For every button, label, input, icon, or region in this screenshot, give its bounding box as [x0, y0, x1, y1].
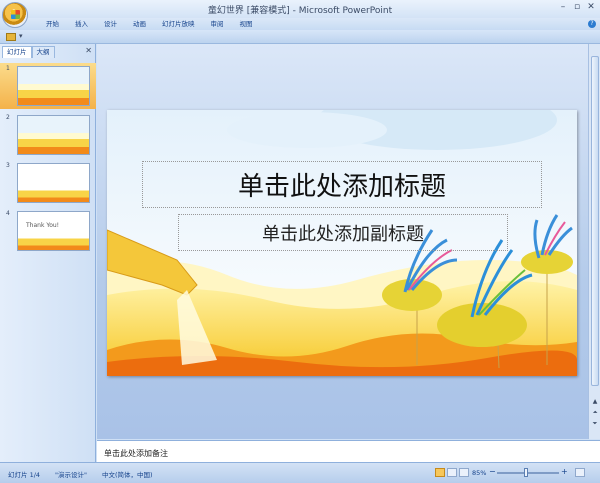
- slideshow-view-icon[interactable]: [459, 468, 469, 477]
- zoom-in-icon[interactable]: +: [561, 467, 568, 476]
- prev-slide-icon[interactable]: ⏶: [590, 408, 600, 417]
- title-bar: 童幻世界 [兼容模式] - Microsoft PowerPoint – ▫ ✕: [0, 0, 600, 18]
- thumbnail-number: 3: [6, 162, 10, 169]
- pane-close-icon[interactable]: ✕: [85, 46, 92, 55]
- minimize-icon[interactable]: –: [556, 1, 570, 13]
- tab-insert[interactable]: 插入: [67, 19, 96, 29]
- tab-review[interactable]: 审阅: [203, 19, 232, 29]
- thumbnail-row-4[interactable]: 4 Thank You!: [0, 208, 96, 254]
- tab-animations[interactable]: 动画: [125, 19, 154, 29]
- slide-thumbnail[interactable]: [17, 66, 90, 106]
- thumbnail-row-1[interactable]: 1: [0, 63, 96, 109]
- title-placeholder[interactable]: 单击此处添加标题: [142, 161, 542, 208]
- thumbnail-row-3[interactable]: 3: [0, 160, 96, 206]
- slide-counter: 幻灯片 1/4: [8, 471, 41, 479]
- slide-thumbnail[interactable]: [17, 115, 90, 155]
- status-bar: 幻灯片 1/4 "演示设计" 中文(简体，中国) 85% − +: [0, 462, 600, 483]
- slide-thumbnail[interactable]: [17, 163, 90, 203]
- tab-home[interactable]: 开始: [38, 19, 67, 29]
- subtitle-placeholder[interactable]: 单击此处添加副标题: [178, 214, 508, 251]
- normal-view-icon[interactable]: [435, 468, 445, 477]
- slide-thumbnail[interactable]: Thank You!: [17, 211, 90, 251]
- fit-to-window-icon[interactable]: [575, 468, 585, 477]
- notes-pane[interactable]: 单击此处添加备注: [97, 440, 600, 462]
- quick-access-toolbar: ▾: [0, 30, 600, 44]
- slides-pane: 幻灯片 大纲 ✕ 1 2 3 4 Thank You!: [0, 44, 96, 462]
- zoom-out-icon[interactable]: −: [489, 467, 496, 476]
- office-button[interactable]: [2, 2, 28, 28]
- help-icon[interactable]: ?: [588, 20, 596, 28]
- qat-dropdown-icon[interactable]: ▾: [19, 32, 23, 40]
- tab-view[interactable]: 视图: [232, 19, 261, 29]
- tab-slideshow[interactable]: 幻灯片放映: [154, 19, 203, 29]
- window-controls: – ▫ ✕: [556, 1, 598, 13]
- zoom-slider-handle[interactable]: [524, 468, 528, 477]
- thumbnail-row-2[interactable]: 2: [0, 112, 96, 158]
- thumbnail-text: Thank You!: [26, 222, 60, 229]
- current-slide[interactable]: 单击此处添加标题 单击此处添加副标题: [107, 110, 577, 376]
- scrollbar-thumb[interactable]: [591, 56, 599, 386]
- next-slide-icon[interactable]: ⏷: [590, 419, 600, 428]
- zoom-slider[interactable]: [497, 472, 559, 474]
- thumbnail-number: 2: [6, 114, 10, 121]
- thumbnail-number: 4: [6, 210, 10, 217]
- notes-placeholder[interactable]: 单击此处添加备注: [104, 448, 168, 459]
- close-icon[interactable]: ✕: [584, 1, 598, 13]
- scroll-up-icon[interactable]: ▲: [590, 397, 600, 406]
- open-folder-icon[interactable]: [6, 33, 16, 41]
- slide-sorter-icon[interactable]: [447, 468, 457, 477]
- thumbnail-number: 1: [6, 65, 10, 72]
- tab-design[interactable]: 设计: [96, 19, 125, 29]
- vertical-scrollbar[interactable]: ▲ ⏶ ⏷: [588, 44, 600, 439]
- language-indicator[interactable]: 中文(简体，中国): [102, 469, 153, 479]
- ribbon-tabs-bar: 开始 插入 设计 动画 幻灯片放映 审阅 视图 ?: [0, 18, 600, 30]
- restore-icon[interactable]: ▫: [570, 1, 584, 13]
- view-buttons: [435, 468, 469, 477]
- zoom-level[interactable]: 85%: [472, 469, 486, 477]
- theme-name: "演示设计": [55, 471, 87, 479]
- tab-slides[interactable]: 幻灯片: [2, 46, 32, 58]
- tab-outline[interactable]: 大纲: [31, 46, 55, 58]
- pane-tabs: 幻灯片 大纲: [2, 46, 94, 58]
- ribbon-tabs: 开始 插入 设计 动画 幻灯片放映 审阅 视图: [38, 19, 261, 29]
- window-title: 童幻世界 [兼容模式] - Microsoft PowerPoint: [207, 6, 393, 16]
